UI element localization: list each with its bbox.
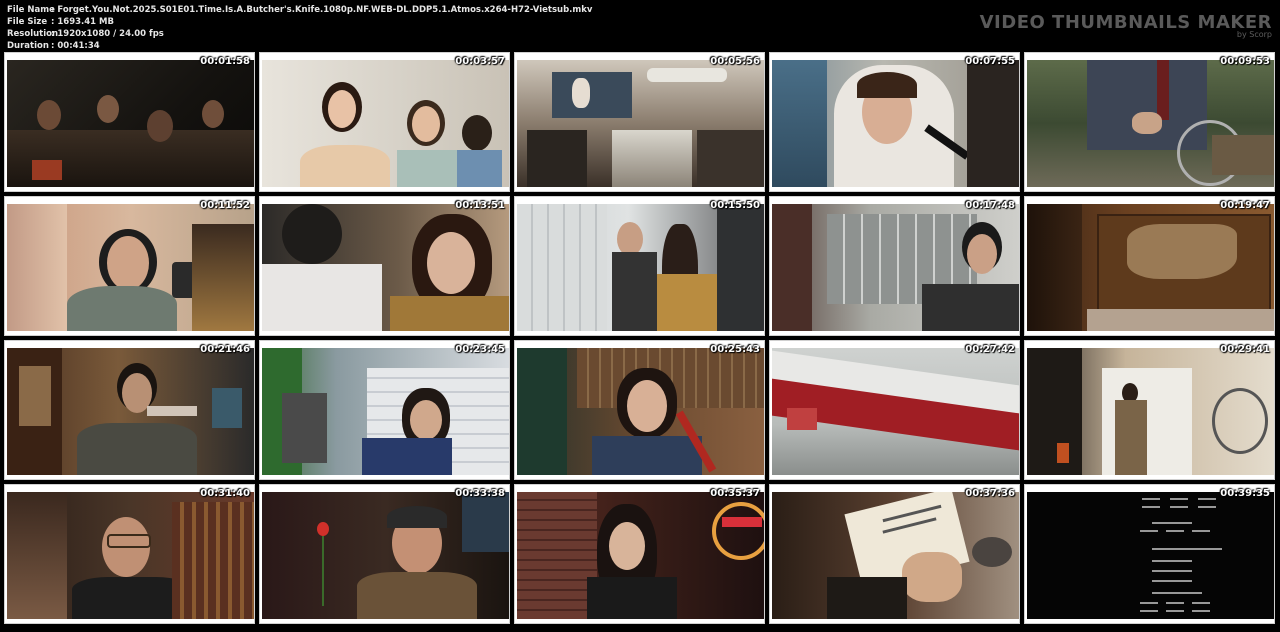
thumbnail[interactable]: 00:21:46: [4, 340, 255, 480]
thumbnail[interactable]: 00:23:45: [259, 340, 510, 480]
thumbnail[interactable]: 00:17:48: [769, 196, 1020, 336]
thumbnail[interactable]: 00:25:43: [514, 340, 765, 480]
timestamp: 00:23:45: [455, 344, 505, 355]
thumbnail-image: [517, 348, 764, 475]
timestamp: 00:17:48: [965, 200, 1015, 211]
thumbnail-image: [262, 204, 509, 331]
thumbnail-image: [262, 60, 509, 187]
thumbnail-image: [772, 348, 1019, 475]
file-name-row: File Name: Forget.You.Not.2025.S01E01.Ti…: [7, 5, 593, 15]
thumbnail-image: [772, 204, 1019, 331]
thumbnail[interactable]: 00:31:40: [4, 484, 255, 624]
timestamp: 00:05:56: [710, 56, 760, 67]
thumbnail[interactable]: 00:37:36: [769, 484, 1020, 624]
thumbnail[interactable]: 00:13:51: [259, 196, 510, 336]
thumbnail-image: [262, 348, 509, 475]
resolution-value: 1920x1080 / 24.00 fps: [57, 29, 164, 39]
thumbnail-image: [517, 60, 764, 187]
thumbnail-image: [772, 60, 1019, 187]
thumbnail-image: [517, 492, 764, 619]
timestamp: 00:11:52: [200, 200, 250, 211]
thumbnail[interactable]: 00:35:37: [514, 484, 765, 624]
timestamp: 00:31:40: [200, 488, 250, 499]
thumbnail-image: [1027, 60, 1274, 187]
timestamp: 00:29:41: [1220, 344, 1270, 355]
timestamp: 00:35:37: [710, 488, 760, 499]
thumbnail[interactable]: 00:11:52: [4, 196, 255, 336]
thumbnail-image: [1027, 492, 1274, 619]
thumbnail-image: [7, 60, 254, 187]
thumbnail-image: [772, 492, 1019, 619]
file-size-row: File Size: 1693.41 MB: [7, 17, 114, 27]
thumbnail-image: [1027, 348, 1274, 475]
duration-label: Duration: [7, 41, 49, 51]
thumbnail-image: [262, 492, 509, 619]
file-size-value: 1693.41 MB: [57, 17, 114, 27]
thumbnail[interactable]: 00:03:57: [259, 52, 510, 192]
end-credits: [1132, 492, 1242, 619]
thumbnail[interactable]: 00:07:55: [769, 52, 1020, 192]
timestamp: 00:21:46: [200, 344, 250, 355]
duration-value: 00:41:34: [57, 41, 100, 51]
timestamp: 00:07:55: [965, 56, 1015, 67]
brand-watermark: VIDEO THUMBNAILS MAKER by Scorp: [980, 12, 1272, 39]
thumbnail-image: [7, 204, 254, 331]
timestamp: 00:13:51: [455, 200, 505, 211]
timestamp: 00:39:35: [1220, 488, 1270, 499]
thumbnail-image: [1027, 204, 1274, 331]
resolution-label: Resolution: [7, 29, 59, 39]
timestamp: 00:03:57: [455, 56, 505, 67]
thumbnail[interactable]: 00:29:41: [1024, 340, 1275, 480]
timestamp: 00:01:58: [200, 56, 250, 67]
thumbnail-image: [7, 492, 254, 619]
thumbnail-grid: 00:01:58 00:03:57 00:05:56 00:07:55 00:0…: [4, 52, 1275, 624]
thumbnail[interactable]: 00:09:53: [1024, 52, 1275, 192]
thumbnail[interactable]: 00:33:38: [259, 484, 510, 624]
thumbnail[interactable]: 00:15:50: [514, 196, 765, 336]
file-name-value: Forget.You.Not.2025.S01E01.Time.Is.A.But…: [57, 5, 593, 15]
timestamp: 00:27:42: [965, 344, 1015, 355]
thumbnail[interactable]: 00:27:42: [769, 340, 1020, 480]
thumbnail[interactable]: 00:19:47: [1024, 196, 1275, 336]
timestamp: 00:15:50: [710, 200, 760, 211]
thumbnail[interactable]: 00:01:58: [4, 52, 255, 192]
file-info: File Name: Forget.You.Not.2025.S01E01.Ti…: [7, 4, 592, 52]
resolution-row: Resolution: 1920x1080 / 24.00 fps: [7, 29, 164, 39]
duration-row: Duration: 00:41:34: [7, 41, 100, 51]
file-name-label: File Name: [7, 5, 55, 15]
timestamp: 00:33:38: [455, 488, 505, 499]
timestamp: 00:25:43: [710, 344, 760, 355]
timestamp: 00:37:36: [965, 488, 1015, 499]
brand-title: VIDEO THUMBNAILS MAKER: [979, 12, 1272, 33]
timestamp: 00:19:47: [1220, 200, 1270, 211]
thumbnail[interactable]: 00:39:35: [1024, 484, 1275, 624]
file-size-label: File Size: [7, 17, 48, 27]
thumbnail-image: [517, 204, 764, 331]
thumbnail-image: [7, 348, 254, 475]
timestamp: 00:09:53: [1220, 56, 1270, 67]
thumbnail[interactable]: 00:05:56: [514, 52, 765, 192]
